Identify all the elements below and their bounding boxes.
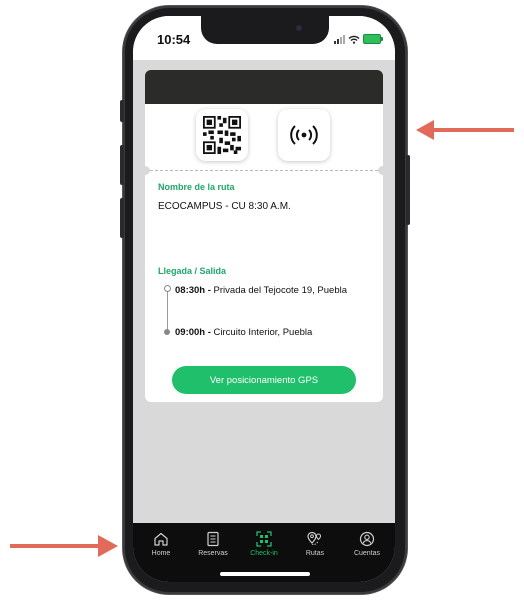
card-header <box>145 70 383 104</box>
notch <box>201 16 329 44</box>
ticket-notch-right <box>378 166 388 175</box>
stop-time: 08:30h - <box>175 285 211 296</box>
wifi-icon <box>348 35 360 44</box>
nfc-button[interactable] <box>278 109 330 161</box>
annotation-arrow-right <box>416 120 516 140</box>
home-icon <box>154 532 168 546</box>
tab-label: Home <box>151 550 171 557</box>
status-icons <box>334 34 383 44</box>
tab-label: Rutas <box>305 550 325 557</box>
qr-scan-icon <box>256 531 272 547</box>
timeline-line <box>167 288 168 332</box>
tab-home[interactable]: Home <box>136 531 186 557</box>
home-indicator[interactable] <box>220 572 310 576</box>
timeline-start-dot <box>164 285 171 292</box>
phone-screen: 10:54 Nombre de la ruta ECOCAMPUS - CU 8… <box>133 16 395 582</box>
signal-icon <box>334 34 345 44</box>
gps-position-button[interactable]: Ver posicionamiento GPS <box>172 366 356 394</box>
stop-place: Circuito Interior, Puebla <box>213 327 313 338</box>
qr-code-icon <box>203 116 241 154</box>
stop-departure: 08:30h - Privada del Tejocote 19, Puebla <box>175 285 347 296</box>
ticket-divider <box>145 170 383 171</box>
map-pin-icon <box>307 531 322 546</box>
route-label: Nombre de la ruta <box>158 182 235 192</box>
tab-cuentas[interactable]: Cuentas <box>342 531 392 557</box>
tab-label: Check-in <box>250 550 278 557</box>
stop-arrival: 09:00h - Circuito Interior, Puebla <box>175 327 312 338</box>
annotation-arrow-left <box>10 535 118 557</box>
qr-code-button[interactable] <box>196 109 248 161</box>
tab-checkin[interactable]: Check-in <box>239 531 289 557</box>
route-name: ECOCAMPUS - CU 8:30 A.M. <box>158 201 291 212</box>
nfc-broadcast-icon <box>290 125 318 145</box>
phone-silent-switch <box>120 100 124 122</box>
checkin-card: Nombre de la ruta ECOCAMPUS - CU 8:30 A.… <box>140 104 388 402</box>
phone-volume-up <box>120 145 124 185</box>
user-icon <box>359 531 375 547</box>
front-camera <box>296 25 302 31</box>
tab-rutas[interactable]: Rutas <box>290 531 340 557</box>
battery-charging-icon <box>363 34 383 44</box>
phone-volume-down <box>120 198 124 238</box>
document-icon <box>207 531 219 547</box>
stop-time: 09:00h - <box>175 327 211 338</box>
schedule-label: Llegada / Salida <box>158 266 227 276</box>
ticket-notch-left <box>140 166 150 175</box>
timeline-end-dot <box>164 329 170 335</box>
tab-reservas[interactable]: Reservas <box>188 531 238 557</box>
status-time: 10:54 <box>157 32 191 47</box>
tab-label: Cuentas <box>353 550 381 557</box>
phone-power-button <box>406 155 410 225</box>
stop-place: Privada del Tejocote 19, Puebla <box>213 285 347 296</box>
tab-label: Reservas <box>198 550 228 557</box>
